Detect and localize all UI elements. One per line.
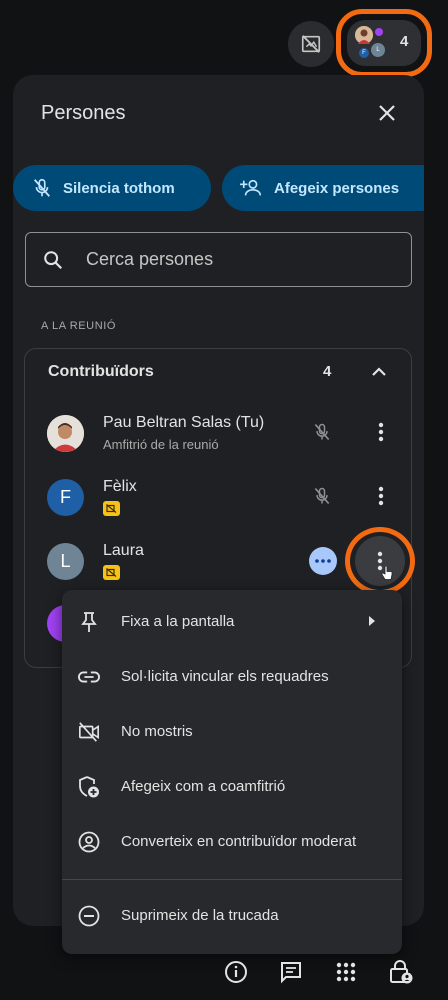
shield-add-icon <box>78 776 100 798</box>
search-placeholder: Cerca persones <box>86 249 214 269</box>
menu-item-label: Fixa a la pantalla <box>121 613 235 630</box>
video-off-icon <box>78 721 100 743</box>
mic-off-icon <box>33 178 51 197</box>
search-input[interactable]: Cerca persones <box>25 232 412 287</box>
menu-divider <box>62 879 402 880</box>
mute-all-button[interactable]: Silencia tothom <box>13 165 211 211</box>
add-people-button[interactable]: Afegeix persones <box>222 165 424 211</box>
video-off-badge-icon <box>103 565 120 580</box>
more-options-button[interactable] <box>355 536 405 586</box>
person-add-icon <box>240 179 262 196</box>
avatar: F <box>47 479 84 516</box>
close-button[interactable] <box>371 97 403 129</box>
submenu-arrow-icon <box>368 616 376 626</box>
section-label: A LA REUNIÓ <box>41 320 117 332</box>
participant-name: Pau Beltran Salas (Tu) <box>103 414 265 431</box>
activities-button[interactable] <box>332 958 360 986</box>
menu-item-label: Afegeix com a coamfitrió <box>121 778 286 795</box>
participant-role: Amfitrió de la reunió <box>103 437 219 452</box>
participant-row[interactable]: F Fèlix <box>25 466 413 526</box>
add-people-label: Afegeix persones <box>274 179 400 197</box>
mic-off-icon <box>314 487 330 505</box>
menu-item-remove[interactable]: Suprimeix de la trucada <box>62 889 402 944</box>
video-off-badge-icon <box>103 501 120 516</box>
apps-grid-icon <box>336 962 356 982</box>
people-button-highlighted[interactable]: F L 4 <box>336 9 432 77</box>
collapse-button[interactable] <box>368 361 390 383</box>
mini-avatar-dot <box>375 28 383 36</box>
participant-name: Laura <box>103 542 144 559</box>
pin-icon <box>78 611 100 633</box>
more-vert-icon <box>378 422 384 442</box>
group-title: Contribuïdors <box>48 363 154 380</box>
link-icon <box>78 666 100 688</box>
people-button[interactable]: F L 4 <box>347 20 421 66</box>
close-icon <box>379 105 395 121</box>
participant-row[interactable]: Pau Beltran Salas (Tu) Amfitrió de la re… <box>25 402 413 462</box>
participant-context-menu: Fixa a la pantalla Sol·licita vincular e… <box>62 590 402 954</box>
menu-item-add-cohost[interactable]: Afegeix com a coamfitrió <box>62 760 402 815</box>
menu-item-request-link[interactable]: Sol·licita vincular els requadres <box>62 650 402 705</box>
host-controls-button[interactable] <box>387 958 415 986</box>
panel-title: Persones <box>41 102 126 124</box>
people-count: 4 <box>400 33 409 50</box>
account-circle-icon <box>78 831 100 853</box>
remove-circle-icon <box>78 905 100 927</box>
menu-item-label: Converteix en contribuïdor moderat <box>121 833 357 850</box>
mic-off-icon <box>314 423 330 441</box>
mute-participant-button[interactable] <box>310 420 334 444</box>
chat-icon <box>281 962 301 984</box>
more-vert-icon <box>378 486 384 506</box>
mini-avatar-f: F <box>359 48 369 58</box>
hide-tiles-button[interactable] <box>288 21 334 67</box>
cursor-hand-icon <box>381 566 393 580</box>
menu-item-moderated[interactable]: Converteix en contribuïdor moderat <box>62 815 402 870</box>
menu-item-label: Sol·licita vincular els requadres <box>121 668 329 685</box>
chat-button[interactable] <box>277 958 305 986</box>
info-icon <box>225 961 247 983</box>
menu-item-dont-show[interactable]: No mostris <box>62 705 402 760</box>
lock-person-icon <box>390 960 413 984</box>
group-count: 4 <box>323 363 332 380</box>
more-options-button-highlighted[interactable] <box>345 527 415 595</box>
avatar-photo <box>47 415 84 452</box>
participant-row[interactable]: L Laura <box>25 527 415 595</box>
mini-avatar-l: L <box>371 43 385 57</box>
chevron-up-icon <box>372 367 386 376</box>
mute-participant-button[interactable] <box>310 484 334 508</box>
more-options-button[interactable] <box>369 484 393 508</box>
participant-name: Fèlix <box>103 478 137 495</box>
more-options-button[interactable] <box>369 420 393 444</box>
audio-indicator-icon <box>309 547 337 575</box>
mute-all-label: Silencia tothom <box>63 179 175 197</box>
menu-item-label: No mostris <box>121 723 193 740</box>
image-off-icon <box>301 35 321 53</box>
menu-item-label: Suprimeix de la trucada <box>121 907 279 924</box>
search-icon <box>44 250 63 269</box>
mini-avatar-photo <box>355 26 373 44</box>
meeting-details-button[interactable] <box>222 958 250 986</box>
menu-item-pin[interactable]: Fixa a la pantalla <box>62 595 402 650</box>
avatar: L <box>47 543 84 580</box>
